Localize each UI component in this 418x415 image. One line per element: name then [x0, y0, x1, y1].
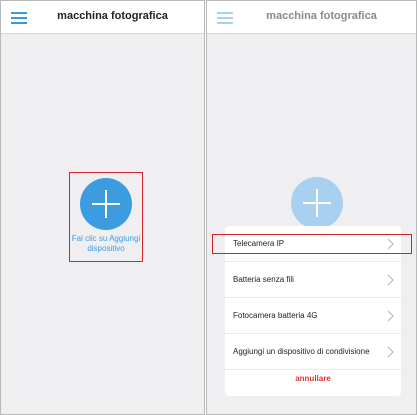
page-title: macchina fotografica: [57, 10, 168, 22]
option-aggiungi-condivisione[interactable]: Aggiungi un dispositivo di condivisione: [225, 334, 401, 370]
option-fotocamera-batteria-4g[interactable]: Fotocamera batteria 4G: [225, 298, 401, 334]
add-device-button-dimmed: [291, 177, 343, 229]
app-header: macchina fotografica: [207, 1, 416, 34]
option-batteria-senza-fili[interactable]: Batteria senza fili: [225, 262, 401, 298]
page-title: macchina fotografica: [266, 10, 377, 22]
app-header: macchina fotografica: [1, 1, 204, 34]
option-label: Aggiungi un dispositivo di condivisione: [233, 347, 370, 356]
chevron-right-icon: [387, 274, 394, 286]
add-device-button[interactable]: [80, 178, 132, 230]
chevron-right-icon: [387, 346, 394, 358]
right-screen: macchina fotografica Telecamera IP Batte…: [206, 0, 417, 415]
add-device-label[interactable]: Fai clic su Aggiungi dispositivo: [70, 234, 142, 254]
option-label: Batteria senza fili: [233, 275, 294, 284]
option-highlight-frame: [212, 234, 412, 254]
option-label: Fotocamera batteria 4G: [233, 311, 318, 320]
left-screen: macchina fotografica Fai clic su Aggiung…: [0, 0, 205, 415]
chevron-right-icon: [387, 310, 394, 322]
add-device-highlight: Fai clic su Aggiungi dispositivo: [69, 172, 143, 262]
cancel-button[interactable]: annullare: [225, 374, 401, 383]
